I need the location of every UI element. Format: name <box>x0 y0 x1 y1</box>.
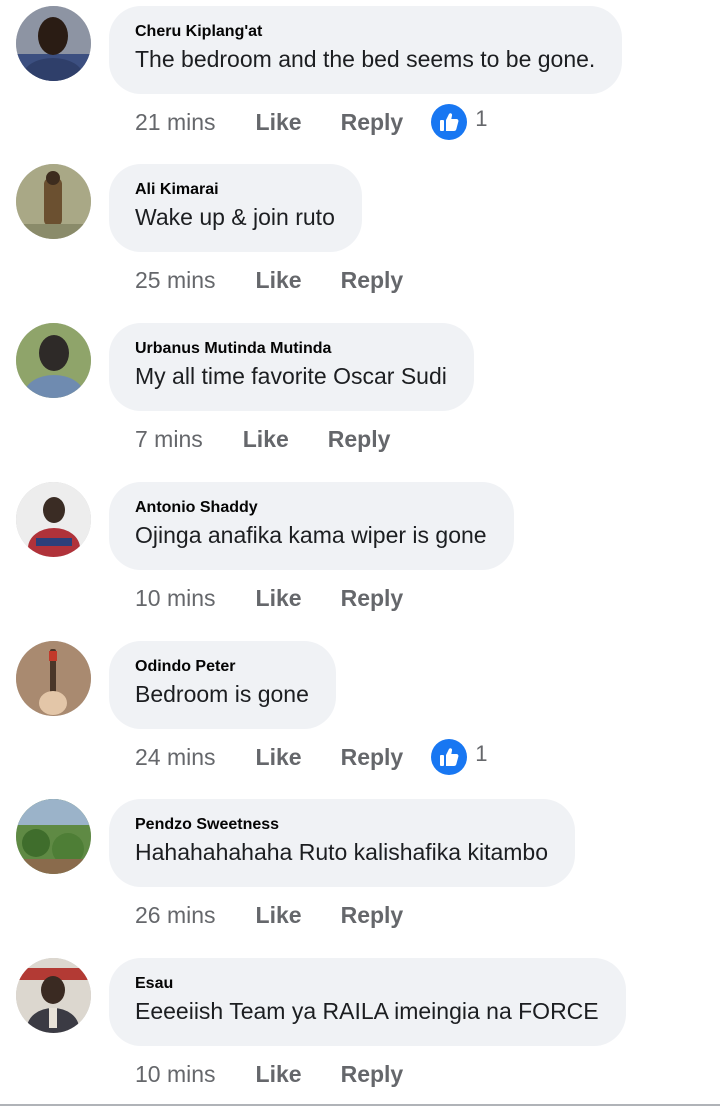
comment-text: Eeeeiish Team ya RAILA imeingia na FORCE <box>135 998 599 1024</box>
comment-author[interactable]: Odindo Peter <box>135 657 309 677</box>
like-button[interactable]: Like <box>256 109 302 136</box>
comment-author[interactable]: Pendzo Sweetness <box>135 815 548 835</box>
comment-timestamp[interactable]: 10 mins <box>135 1061 216 1088</box>
like-button[interactable]: Like <box>243 426 289 453</box>
comment-item: Odindo Peter Bedroom is gone 24 mins Lik… <box>0 635 720 793</box>
comment-item: Urbanus Mutinda Mutinda My all time favo… <box>0 317 720 475</box>
comment-timestamp[interactable]: 25 mins <box>135 267 216 294</box>
comment-item: Cheru Kiplang'at The bedroom and the bed… <box>0 0 720 158</box>
like-button[interactable]: Like <box>256 744 302 771</box>
comment-actions: 10 mins Like Reply <box>135 1056 431 1092</box>
comment-author[interactable]: Urbanus Mutinda Mutinda <box>135 339 447 359</box>
comment-timestamp[interactable]: 21 mins <box>135 109 216 136</box>
comment-actions: 25 mins Like Reply <box>135 262 431 298</box>
comment-bubble: Esau Eeeeiish Team ya RAILA imeingia na … <box>109 958 626 1046</box>
comment-item: Pendzo Sweetness Hahahahahaha Ruto kalis… <box>0 793 720 951</box>
comment-timestamp[interactable]: 7 mins <box>135 426 203 453</box>
like-button[interactable]: Like <box>256 267 302 294</box>
like-button[interactable]: Like <box>256 902 302 929</box>
avatar[interactable] <box>16 958 91 1033</box>
like-button[interactable]: Like <box>256 585 302 612</box>
comment-text: Ojinga anafika kama wiper is gone <box>135 522 487 548</box>
comment-bubble: Cheru Kiplang'at The bedroom and the bed… <box>109 6 623 94</box>
avatar[interactable] <box>16 164 91 239</box>
comment-actions: 10 mins Like Reply <box>135 580 431 616</box>
reply-button[interactable]: Reply <box>341 902 404 929</box>
reaction-count: 1 <box>475 741 488 766</box>
comment-text: The bedroom and the bed seems to be gone… <box>135 46 596 72</box>
comment-author[interactable]: Esau <box>135 974 599 994</box>
comment-bubble: Pendzo Sweetness Hahahahahaha Ruto kalis… <box>109 799 575 887</box>
comment-text: Hahahahahaha Ruto kalishafika kitambo <box>135 839 548 865</box>
comment-bubble: Urbanus Mutinda Mutinda My all time favo… <box>109 323 474 411</box>
comment-actions: 24 mins Like Reply 1 <box>135 739 487 775</box>
comment-actions: 7 mins Like Reply <box>135 421 418 457</box>
comments-feed: Cheru Kiplang'at The bedroom and the bed… <box>0 0 720 1109</box>
comment-text: Wake up & join ruto <box>135 204 335 230</box>
reply-button[interactable]: Reply <box>328 426 391 453</box>
like-button[interactable]: Like <box>256 1061 302 1088</box>
comment-text: Bedroom is gone <box>135 681 309 707</box>
bottom-divider <box>0 1104 720 1106</box>
comment-timestamp[interactable]: 24 mins <box>135 744 216 771</box>
comment-actions: 21 mins Like Reply 1 <box>135 104 487 140</box>
thumbs-up-icon <box>431 739 468 775</box>
comment-actions: 26 mins Like Reply <box>135 897 431 933</box>
comment-bubble: Odindo Peter Bedroom is gone <box>109 641 336 729</box>
avatar[interactable] <box>16 6 91 81</box>
reply-button[interactable]: Reply <box>341 267 404 294</box>
comment-timestamp[interactable]: 10 mins <box>135 585 216 612</box>
comment-timestamp[interactable]: 26 mins <box>135 902 216 929</box>
reaction-count: 1 <box>475 106 488 131</box>
comment-item: Antonio Shaddy Ojinga anafika kama wiper… <box>0 476 720 634</box>
reaction-summary[interactable]: 1 <box>431 104 487 140</box>
reaction-summary[interactable]: 1 <box>431 739 487 775</box>
comment-bubble: Antonio Shaddy Ojinga anafika kama wiper… <box>109 482 514 570</box>
comment-item: Ali Kimarai Wake up & join ruto 25 mins … <box>0 158 720 316</box>
comment-item: Esau Eeeeiish Team ya RAILA imeingia na … <box>0 952 720 1109</box>
comment-bubble: Ali Kimarai Wake up & join ruto <box>109 164 362 252</box>
avatar[interactable] <box>16 799 91 874</box>
avatar[interactable] <box>16 482 91 557</box>
avatar[interactable] <box>16 641 91 716</box>
reply-button[interactable]: Reply <box>341 1061 404 1088</box>
comment-author[interactable]: Cheru Kiplang'at <box>135 22 595 42</box>
reply-button[interactable]: Reply <box>341 585 404 612</box>
comment-text: My all time favorite Oscar Sudi <box>135 363 447 389</box>
comment-author[interactable]: Antonio Shaddy <box>135 498 487 518</box>
avatar[interactable] <box>16 323 91 398</box>
comment-author[interactable]: Ali Kimarai <box>135 180 335 200</box>
reply-button[interactable]: Reply <box>341 744 404 771</box>
thumbs-up-icon <box>431 104 468 140</box>
reply-button[interactable]: Reply <box>341 109 404 136</box>
